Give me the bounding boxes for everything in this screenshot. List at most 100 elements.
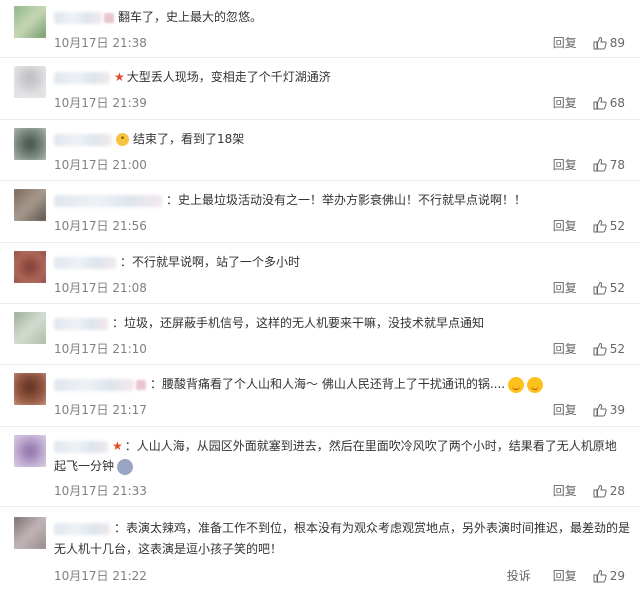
list-item: ：垃圾，还屏蔽手机信号，这样的无人机要来干嘛，没技术就早点通知 10月17日 2… xyxy=(0,304,641,365)
like-button[interactable]: 89 xyxy=(593,36,625,50)
avatar[interactable] xyxy=(14,373,46,405)
like-button[interactable]: 52 xyxy=(593,219,625,233)
comment-text-row: ：垃圾，还屏蔽手机信号，这样的无人机要来干嘛，没技术就早点通知 xyxy=(54,312,625,334)
comment-actions: 回复 52 xyxy=(539,340,625,357)
like-button[interactable]: 39 xyxy=(593,403,625,417)
list-item: ：腰酸背痛看了个人山和人海～ 佛山人民还背上了干扰通讯的锅.... 10月17日… xyxy=(0,365,641,427)
avatar[interactable] xyxy=(14,189,46,221)
username[interactable] xyxy=(54,194,162,207)
timestamp: 10月17日 21:39 xyxy=(54,96,147,110)
username[interactable] xyxy=(54,256,116,269)
comment-actions: 回复 52 xyxy=(539,279,625,296)
username-badge xyxy=(136,379,146,390)
comment-text-row: ：表演太辣鸡，准备工作不到位，根本没有为观众考虑观赏地点，另外表演时间推迟，最差… xyxy=(54,517,630,539)
like-count: 39 xyxy=(609,402,625,417)
comment-text-row: • 结束了，看到了18架 xyxy=(54,128,625,150)
list-item: 翻车了，史上最大的忽悠。 10月17日 21:38 回复 89 xyxy=(0,0,641,58)
thumbs-up-icon xyxy=(593,342,607,355)
avatar[interactable] xyxy=(14,312,46,344)
like-count: 68 xyxy=(609,95,625,110)
timestamp: 10月17日 21:10 xyxy=(54,342,147,356)
like-button[interactable]: 28 xyxy=(593,484,625,498)
reply-button[interactable]: 回复 xyxy=(553,279,577,296)
timestamp: 10月17日 21:17 xyxy=(54,403,147,417)
comment-text-continued: 无人机十几台，这表演是逗小孩子笑的吧！ xyxy=(54,542,283,556)
reply-button[interactable]: 回复 xyxy=(553,217,577,234)
timestamp: 10月17日 21:56 xyxy=(54,219,147,233)
username[interactable] xyxy=(54,11,102,24)
report-button[interactable]: 投诉 xyxy=(507,567,531,584)
like-button[interactable]: 68 xyxy=(593,96,625,110)
comment-actions: 回复 89 xyxy=(539,34,625,51)
comment-text: 不行就早说啊，站了一个多小时 xyxy=(132,255,301,269)
like-count: 52 xyxy=(609,280,625,295)
username[interactable] xyxy=(54,71,110,84)
reply-button[interactable]: 回复 xyxy=(553,340,577,357)
like-count: 52 xyxy=(609,218,625,233)
avatar[interactable] xyxy=(14,435,46,467)
like-count: 28 xyxy=(609,483,625,498)
username[interactable] xyxy=(54,378,134,391)
comment-text-row: ：史上最垃圾活动没有之一！举办方影衰佛山！不行就早点说啊！！ xyxy=(54,189,625,211)
like-button[interactable]: 52 xyxy=(593,342,625,356)
comment-text-row: ★ 大型丢人现场，变相走了个千灯湖通济 xyxy=(54,66,625,88)
username-badge xyxy=(104,12,114,23)
timestamp: 10月17日 21:08 xyxy=(54,281,147,295)
comment-actions: 回复 39 xyxy=(539,401,625,418)
comment-list: 翻车了，史上最大的忽悠。 10月17日 21:38 回复 89 ★ 大型丢人现场，… xyxy=(0,0,641,598)
comment-text: 大型丢人现场，变相走了个千灯湖通济 xyxy=(126,70,331,84)
list-item: ：不行就早说啊，站了一个多小时 10月17日 21:08 回复 52 xyxy=(0,243,641,304)
like-count: 29 xyxy=(609,568,625,583)
thumbs-up-icon xyxy=(593,403,607,416)
timestamp: 10月17日 21:22 xyxy=(54,569,147,583)
like-button[interactable]: 52 xyxy=(593,281,625,295)
avatar[interactable] xyxy=(14,251,46,283)
reply-button[interactable]: 回复 xyxy=(553,94,577,111)
avatar[interactable] xyxy=(14,517,46,549)
list-item: ：表演太辣鸡，准备工作不到位，根本没有为观众考虑观赏地点，另外表演时间推迟，最差… xyxy=(0,507,641,595)
star-badge-icon: ★ xyxy=(114,70,125,84)
avatar[interactable] xyxy=(14,128,46,160)
username[interactable] xyxy=(54,522,110,535)
list-item: • 结束了，看到了18架 10月17日 21:00 回复 78 xyxy=(0,120,641,181)
comment-text: 结束了，看到了18架 xyxy=(133,132,245,146)
face-emoji-icon xyxy=(117,458,134,475)
comment-text-row: ：不行就早说啊，站了一个多小时 xyxy=(54,251,625,273)
like-button[interactable]: 78 xyxy=(593,158,625,172)
timestamp: 10月17日 21:38 xyxy=(54,36,147,50)
reply-button[interactable]: 回复 xyxy=(553,34,577,51)
timestamp: 10月17日 21:33 xyxy=(54,484,147,498)
avatar[interactable] xyxy=(14,66,46,98)
like-count: 52 xyxy=(609,341,625,356)
comment-text-row: ★ ：人山人海，从园区外面就塞到进去，然后在里面吹冷风吹了两个小时，结果看了无人机… xyxy=(54,435,625,457)
thumbs-up-icon xyxy=(593,484,607,497)
list-item: ★ ：人山人海，从园区外面就塞到进去，然后在里面吹冷风吹了两个小时，结果看了无人机… xyxy=(0,427,641,507)
reply-button[interactable]: 回复 xyxy=(553,567,577,584)
comment-text: 腰酸背痛看了个人山和人海～ 佛山人民还背上了干扰通讯的锅.... xyxy=(162,377,506,391)
avatar[interactable] xyxy=(14,6,46,38)
thumbs-up-icon xyxy=(593,36,607,49)
thumbs-up-icon xyxy=(593,281,607,294)
comment-text: 表演太辣鸡，准备工作不到位，根本没有为观众考虑观赏地点，另外表演时间推迟，最差劲… xyxy=(126,521,631,535)
list-item: ★ 大型丢人现场，变相走了个千灯湖通济 10月17日 21:39 回复 68 xyxy=(0,58,641,120)
comment-text-row: 无人机十几台，这表演是逗小孩子笑的吧！ xyxy=(54,538,625,560)
like-count: 89 xyxy=(609,35,625,50)
comment-actions: 回复 78 xyxy=(539,156,625,173)
reply-button[interactable]: 回复 xyxy=(553,401,577,418)
comment-text-continued: 起飞一分钟 xyxy=(54,459,115,473)
like-button[interactable]: 29 xyxy=(593,569,625,583)
comment-text: 人山人海，从园区外面就塞到进去，然后在里面吹冷风吹了两个小时，结果看了无人机原地 xyxy=(136,439,617,453)
reply-button[interactable]: 回复 xyxy=(553,156,577,173)
comment-actions: 回复 28 xyxy=(539,482,625,499)
thumbs-up-icon xyxy=(593,569,607,582)
like-count: 78 xyxy=(609,157,625,172)
timestamp: 10月17日 21:00 xyxy=(54,158,147,172)
username[interactable] xyxy=(54,317,108,330)
reply-button[interactable]: 回复 xyxy=(553,482,577,499)
comment-text-row: 翻车了，史上最大的忽悠。 xyxy=(54,6,625,28)
username[interactable] xyxy=(54,133,112,146)
comment-text-row: ：腰酸背痛看了个人山和人海～ 佛山人民还背上了干扰通讯的锅.... xyxy=(54,373,625,395)
grin-emoji-icon xyxy=(508,376,525,393)
list-item: ：史上最垃圾活动没有之一！举办方影衰佛山！不行就早点说啊！！ 10月17日 21… xyxy=(0,181,641,243)
username[interactable] xyxy=(54,440,108,453)
